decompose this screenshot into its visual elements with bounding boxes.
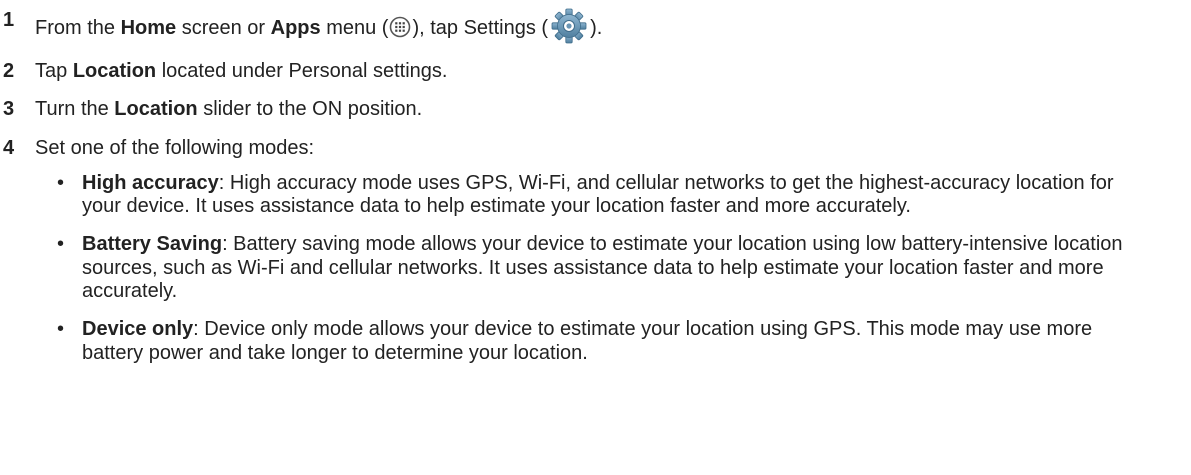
step-text-part: located under Personal settings. [156,59,448,82]
step-text-part: slider to the ON position. [197,98,423,120]
home-term: Home [120,17,177,39]
bullet: • [57,171,65,194]
location-term: Location [72,59,157,82]
mode-term: Battery Saving [82,233,223,255]
step-number: 2 [3,59,15,82]
step-text-part: From the [35,17,121,39]
apps-icon [388,16,412,44]
step-3: 3 Turn the Location slider to the ON pos… [0,97,1191,121]
mode-battery-saving: • Battery Saving: Battery saving mode al… [0,233,1191,304]
step-2: 2 Tap Location located under Personal se… [0,59,1191,83]
step-text: Tap Location located under Personal sett… [35,60,447,82]
step-4: 4 Set one of the following modes: [0,136,1191,160]
step-number: 1 [3,9,15,31]
step-text-part: ). [590,17,603,39]
step-number: 3 [3,98,15,120]
step-number: 4 [3,136,15,159]
location-term: Location [114,98,198,120]
step-text: Turn the Location slider to the ON posit… [35,98,422,120]
instructions-document: 1 From the Home screen or Apps menu ( ),… [0,0,1191,475]
mode-term: High accuracy [82,171,219,194]
location-modes-list: • High accuracy: High accuracy mode uses… [0,172,1191,366]
step-text: Set one of the following modes: [35,136,315,159]
step-text-part: Tap [35,59,73,82]
bullet: • [57,233,65,255]
mode-high-accuracy: • High accuracy: High accuracy mode uses… [0,172,1191,219]
step-text-part: screen or [176,17,271,39]
step-1: 1 From the Home screen or Apps menu ( ),… [0,8,1191,44]
mode-description: : High accuracy mode uses GPS, Wi-Fi, an… [82,171,1114,218]
mode-device-only: • Device only: Device only mode allows y… [0,318,1191,365]
mode-description: : Battery saving mode allows your device… [82,233,1123,302]
mode-description: : Device only mode allows your device to… [82,318,1093,364]
step-text-part: Turn the [35,98,115,120]
step-text: From the Home screen or Apps menu ( ), t… [35,8,603,44]
bullet: • [57,318,65,340]
step-text-part: menu ( [320,17,389,39]
apps-term: Apps [270,17,321,39]
step-text-part: ), tap Settings ( [412,17,549,39]
mode-term: Device only [82,318,194,340]
settings-gear-icon [548,8,590,44]
